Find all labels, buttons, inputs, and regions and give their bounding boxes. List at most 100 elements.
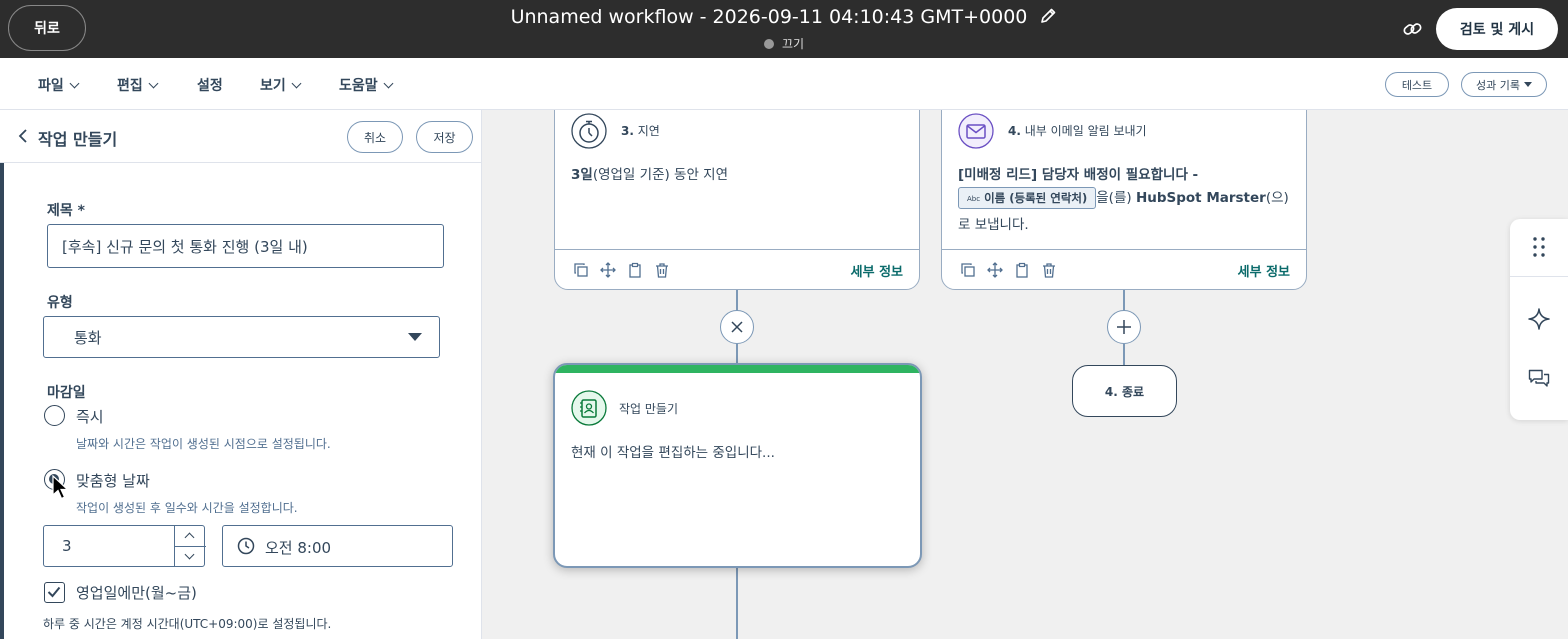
chevron-down-icon [383,78,394,89]
toolbar-divider [1510,276,1568,277]
pencil-icon[interactable] [1039,7,1057,25]
email-recipient: HubSpot Marster [1135,190,1266,206]
form-scroll-area: 제목 * [후속] 신규 문의 첫 통화 진행 (3일 내) 유형 통화 마감일… [0,163,482,639]
email-action-card[interactable]: 4. 내부 이메일 알림 보내기 [미배정 리드] 담당자 배정이 필요합니다 … [941,110,1307,290]
delay-card-body: 3일(영업일 기준) 동안 지연 [571,163,728,183]
connector-line [1123,344,1125,365]
workflow-canvas[interactable]: 3. 지연 3일(영업일 기준) 동안 지연 세부 정보 4. 내부 이메일 알… [482,110,1568,639]
menu-bar: 파일 편집 설정 보기 도움말 테스트 성과 기록 [0,58,1568,110]
sparkle-icon[interactable] [1527,307,1551,331]
email-card-footer: 세부 정보 [942,249,1306,289]
move-icon[interactable] [987,262,1003,278]
menu-settings-label: 설정 [197,78,223,94]
menu-view[interactable]: 보기 [260,75,302,95]
dropdown-arrow-icon [408,333,422,341]
type-select[interactable]: 통화 [43,316,440,358]
right-toolbar [1510,219,1568,420]
email-body-line2: Abc 이름 (등록된 연락처) 을(를) HubSpot Marster(으) [958,186,1289,209]
move-icon[interactable] [600,262,616,278]
time-value: 오전 8:00 [265,539,332,557]
token-type-label: Abc [967,195,981,203]
test-button[interactable]: 테스트 [1385,72,1449,97]
delay-days: 3일 [571,167,593,183]
trash-icon[interactable] [1041,262,1057,278]
email-body-line3: 로 보냅니다. [958,217,1029,233]
task-icon [571,390,607,426]
workflow-status: 끄기 [0,35,1568,52]
end-node[interactable]: 4. 종료 [1072,365,1177,417]
card-accent-bar [555,365,920,373]
email-details-link[interactable]: 세부 정보 [1238,261,1290,280]
business-days-checkbox[interactable] [44,582,65,603]
email-step-title: 4. 내부 이메일 알림 보내기 [1008,122,1147,139]
comments-icon[interactable] [1528,369,1550,389]
days-value: 3 [62,537,72,555]
type-label: 유형 [47,295,73,311]
menu-file[interactable]: 파일 [38,75,80,95]
title-input[interactable]: [후속] 신규 문의 첫 통화 진행 (3일 내) [47,224,444,268]
radio-immediate[interactable] [44,405,65,426]
stepper-divider [175,546,206,547]
clock-icon [237,537,255,555]
save-button[interactable]: 저장 [416,121,473,153]
copy-icon[interactable] [573,262,589,278]
delay-details-link[interactable]: 세부 정보 [851,261,903,280]
close-icon [731,321,743,333]
radio-immediate-label: 즉시 [76,408,104,426]
clipboard-icon[interactable] [627,262,643,278]
title-label: 제목 * [47,203,85,219]
performance-history-label: 성과 기록 [1476,78,1520,92]
chevron-down-icon [148,78,159,89]
stepper-down-icon[interactable] [184,549,195,560]
stepper-buttons [174,526,206,566]
editing-task-card[interactable]: 작업 만들기 현재 이 작업을 편집하는 중입니다... [553,363,922,568]
email-subject: [미배정 리드] 담당자 배정이 필요합니다 - [958,167,1199,183]
workflow-title-text: Unnamed workflow - 2026-09-11 04:10:43 G… [510,6,1028,28]
menu-help-label: 도움말 [339,78,378,94]
days-stepper[interactable]: 3 [43,525,206,567]
type-select-value: 통화 [74,328,102,347]
performance-history-button[interactable]: 성과 기록 [1461,72,1547,97]
business-days-label: 영업일에만(월~금) [76,584,197,602]
menu-edit[interactable]: 편집 [117,75,159,95]
editing-card-title: 작업 만들기 [619,402,679,416]
delay-step-title: 3. 지연 [621,122,660,139]
cancel-button[interactable]: 취소 [347,121,403,153]
contact-name-token: Abc 이름 (등록된 연락처) [958,187,1097,209]
stepper-up-icon[interactable] [184,532,195,543]
token-label: 이름 (등록된 연락처) [984,191,1088,205]
radio-custom-date-help: 작업이 생성된 후 일수와 시간을 설정합니다. [76,501,298,515]
panel-header: 작업 만들기 취소 저장 [0,110,482,163]
editing-card-body: 현재 이 작업을 편집하는 중입니다... [571,445,775,461]
time-picker[interactable]: 오전 8:00 [222,525,453,567]
chevron-down-icon [291,78,302,89]
copy-icon[interactable] [960,262,976,278]
review-publish-button[interactable]: 검토 및 게시 [1436,8,1558,50]
action-panel: 작업 만들기 취소 저장 제목 * [후속] 신규 문의 첫 통화 진행 (3일… [0,110,482,639]
cancel-insert-button[interactable] [720,310,754,344]
menu-view-label: 보기 [260,78,286,94]
timezone-note: 하루 중 시간은 계정 시간대(UTC+09:00)로 설정됩니다. [43,617,332,631]
delay-desc: (영업일 기준) 동안 지연 [592,167,729,183]
email-body-after: (으) [1265,190,1289,206]
stopwatch-icon [571,113,607,149]
workflow-title[interactable]: Unnamed workflow - 2026-09-11 04:10:43 G… [0,6,1568,28]
menu-help[interactable]: 도움말 [339,75,394,95]
chevron-left-icon[interactable] [16,128,30,144]
status-label: 끄기 [781,37,805,51]
caret-down-icon [1523,82,1532,87]
clipboard-icon[interactable] [1014,262,1030,278]
trash-icon[interactable] [654,262,670,278]
radio-custom-date-label: 맞춤형 날짜 [76,472,150,490]
chevron-down-icon [69,78,80,89]
delay-action-card[interactable]: 3. 지연 3일(영업일 기준) 동안 지연 세부 정보 [554,110,920,290]
checkmark-icon [47,586,61,598]
top-bar: 뒤로 Unnamed workflow - 2026-09-11 04:10:4… [0,0,1568,58]
due-date-label: 마감일 [47,385,86,401]
add-action-button[interactable] [1107,310,1141,344]
drag-handle-icon[interactable] [1531,235,1547,259]
link-icon[interactable] [1402,18,1424,40]
delay-step-name: 지연 [637,124,660,138]
menu-settings[interactable]: 설정 [197,75,223,95]
email-step-name: 내부 이메일 알림 보내기 [1024,124,1147,138]
